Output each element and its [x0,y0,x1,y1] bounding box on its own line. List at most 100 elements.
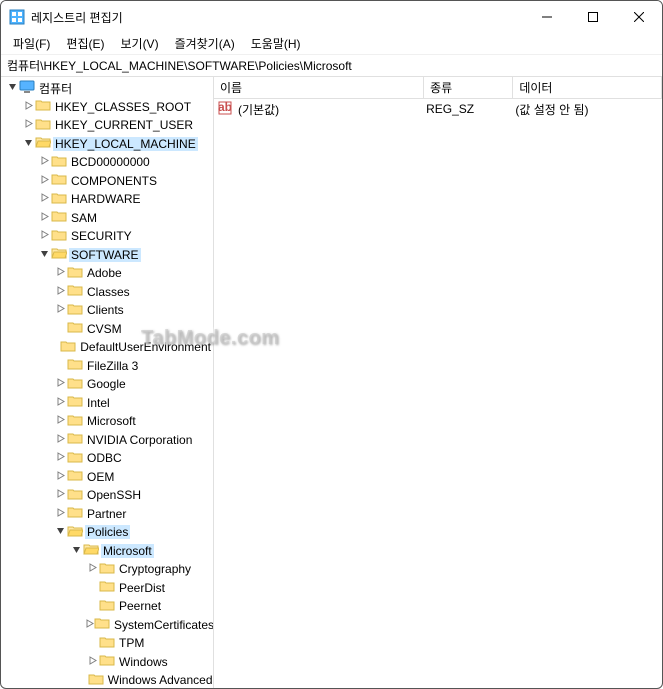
tree-node[interactable]: SystemCertificates [1,616,213,635]
folder-icon [60,339,76,356]
tree-node[interactable]: HARDWARE [1,190,213,209]
expand-icon[interactable] [53,304,67,316]
folder-icon [94,616,110,633]
expand-icon[interactable] [53,286,67,298]
expand-icon[interactable] [53,397,67,409]
folder-icon [67,524,83,541]
collapse-icon[interactable] [69,545,83,557]
tree-node[interactable]: Policies [1,523,213,542]
tree-node-label: BCD00000000 [69,155,152,169]
collapse-icon[interactable] [53,526,67,538]
value-name: (기본값) [236,101,279,118]
tree-node[interactable]: OpenSSH [1,486,213,505]
expand-icon[interactable] [21,101,35,113]
menu-file[interactable]: 파일(F) [5,33,58,54]
tree-node[interactable]: Windows [1,653,213,672]
tree-node[interactable]: SOFTWARE [1,246,213,265]
expand-icon[interactable] [53,471,67,483]
tree-node-label: Adobe [85,266,124,280]
folder-icon [67,357,83,374]
expand-icon[interactable] [37,175,51,187]
expand-icon[interactable] [53,267,67,279]
expand-icon[interactable] [53,452,67,464]
tree-node[interactable]: Partner [1,505,213,524]
registry-editor-window: 레지스트리 편집기 파일(F) 편집(E) 보기(V) 즐겨찾기(A) 도움말(… [0,0,663,689]
menubar: 파일(F) 편집(E) 보기(V) 즐겨찾기(A) 도움말(H) [1,33,662,55]
collapse-icon[interactable] [37,249,51,261]
expand-icon[interactable] [37,212,51,224]
tree-node[interactable]: OEM [1,468,213,487]
address-bar[interactable]: 컴퓨터\HKEY_LOCAL_MACHINE\SOFTWARE\Policies… [1,55,662,77]
menu-favorites[interactable]: 즐겨찾기(A) [167,33,243,54]
tree-node[interactable]: SECURITY [1,227,213,246]
collapse-icon[interactable] [21,138,35,150]
menu-view[interactable]: 보기(V) [112,33,166,54]
tree-node[interactable]: FileZilla 3 [1,357,213,376]
folder-icon [67,431,83,448]
column-name[interactable]: 이름 [214,77,424,98]
close-button[interactable] [616,1,662,33]
expand-icon[interactable] [53,378,67,390]
svg-text:ab: ab [218,101,232,114]
tree-node[interactable]: Microsoft [1,412,213,431]
tree-node[interactable]: Intel [1,394,213,413]
tree-node[interactable]: SAM [1,209,213,228]
folder-icon [67,413,83,430]
tree-node-label: Clients [85,303,126,317]
tree-node-label: HKEY_CURRENT_USER [53,118,195,132]
tree-node[interactable]: DefaultUserEnvironment [1,338,213,357]
tree-node[interactable]: CVSM [1,320,213,339]
tree-node[interactable]: COMPONENTS [1,172,213,191]
tree-node[interactable]: HKEY_CLASSES_ROOT [1,98,213,117]
tree-node[interactable]: Peernet [1,597,213,616]
menu-help[interactable]: 도움말(H) [243,33,309,54]
tree-node[interactable]: Classes [1,283,213,302]
value-row[interactable]: ab(기본값)REG_SZ(값 설정 안 됨) [214,99,662,117]
menu-edit[interactable]: 편집(E) [58,33,112,54]
folder-icon [67,450,83,467]
tree-node[interactable]: Clients [1,301,213,320]
tree-node[interactable]: Adobe [1,264,213,283]
tree-node[interactable]: TPM [1,634,213,653]
expand-icon[interactable] [85,619,94,631]
tree-node[interactable]: BCD00000000 [1,153,213,172]
expand-icon[interactable] [53,415,67,427]
folder-icon [67,468,83,485]
folder-icon [35,117,51,134]
tree-node[interactable]: Cryptography [1,560,213,579]
expand-icon[interactable] [37,193,51,205]
column-type[interactable]: 종류 [424,77,513,98]
tree-node-label: PeerDist [117,581,167,595]
column-data[interactable]: 데이터 [513,77,662,98]
tree-node-label: Classes [85,285,132,299]
tree-panel: 컴퓨터HKEY_CLASSES_ROOTHKEY_CURRENT_USER HKE… [1,77,214,688]
string-value-icon: ab [218,101,232,118]
maximize-button[interactable] [570,1,616,33]
tree-node[interactable]: HKEY_CURRENT_USER [1,116,213,135]
values-panel: 이름 종류 데이터 ab(기본값)REG_SZ(값 설정 안 됨) [214,77,662,688]
expand-icon[interactable] [53,489,67,501]
folder-icon [99,561,115,578]
expand-icon[interactable] [53,434,67,446]
minimize-button[interactable] [524,1,570,33]
tree-node-label: SAM [69,211,99,225]
expand-icon[interactable] [85,563,99,575]
tree-node[interactable]: Google [1,375,213,394]
tree-node[interactable]: NVIDIA Corporation [1,431,213,450]
expand-icon[interactable] [85,656,99,668]
collapse-icon[interactable] [5,82,19,94]
tree-node-label: FileZilla 3 [85,359,140,373]
expand-icon[interactable] [37,230,51,242]
tree-node[interactable]: Windows Advanced [1,671,213,688]
tree-node[interactable]: HKEY_LOCAL_MACHINE [1,135,213,154]
expand-icon[interactable] [37,156,51,168]
tree-node[interactable]: Microsoft [1,542,213,561]
list-body[interactable]: ab(기본값)REG_SZ(값 설정 안 됨) [214,99,662,688]
registry-tree[interactable]: 컴퓨터HKEY_CLASSES_ROOTHKEY_CURRENT_USER HKE… [1,77,213,688]
expand-icon[interactable] [21,119,35,131]
value-data: (값 설정 안 됨) [513,101,662,118]
tree-node[interactable]: ODBC [1,449,213,468]
tree-node[interactable]: PeerDist [1,579,213,598]
tree-node[interactable]: 컴퓨터 [1,79,213,98]
expand-icon[interactable] [53,508,67,520]
